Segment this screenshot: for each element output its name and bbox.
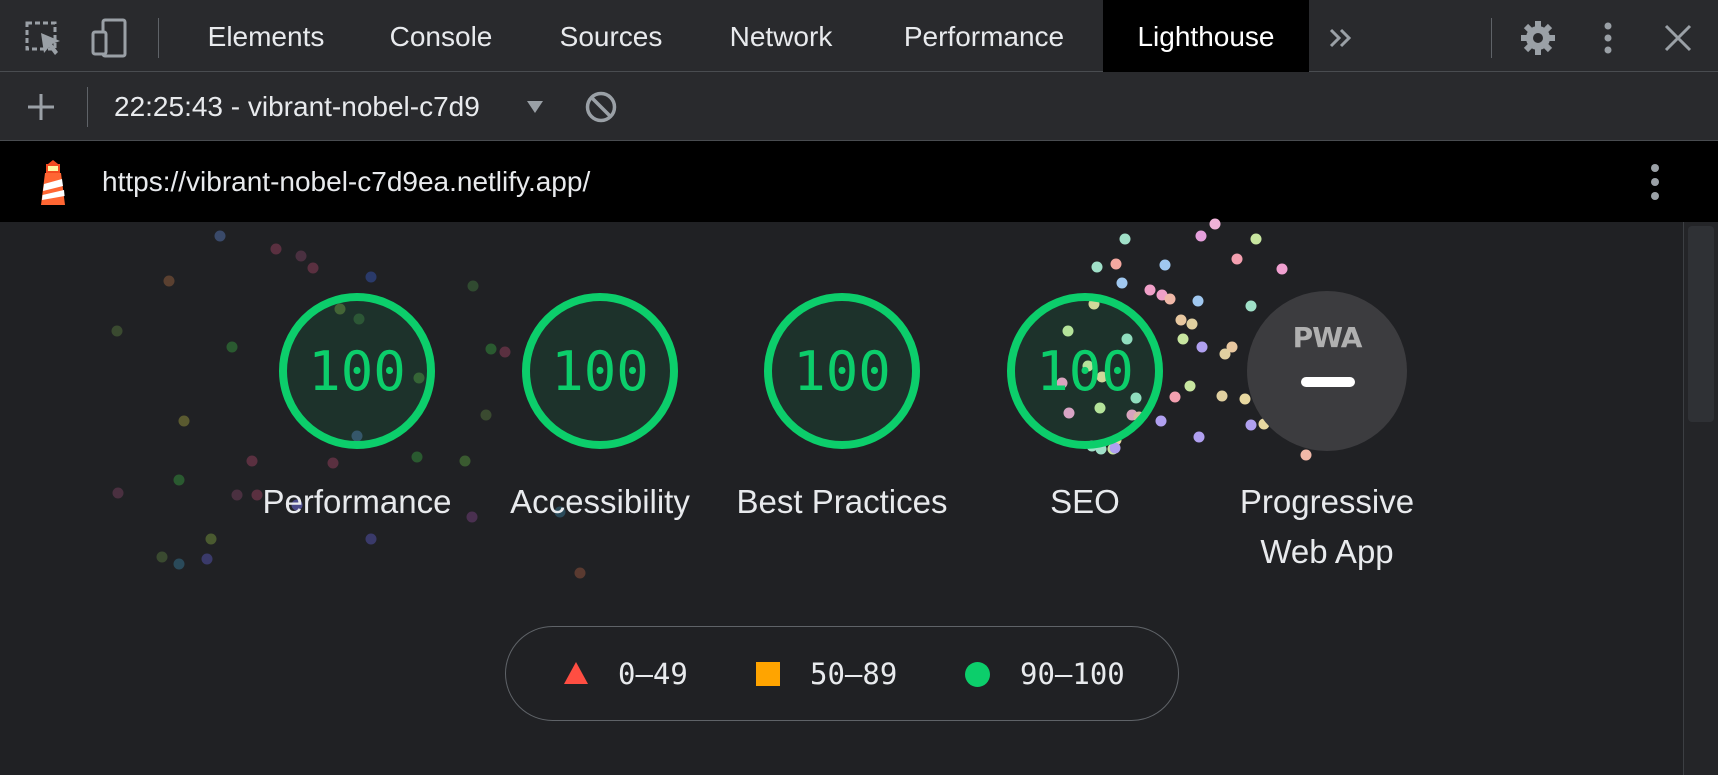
average-square-icon [756,662,780,686]
pwa-label: Progressive Web App [1239,483,1415,570]
score-legend: 0–49 50–89 90–100 [505,626,1179,721]
performance-gauge[interactable]: 100 [277,291,437,451]
pwa-badge-icon [1247,291,1407,451]
pwa-badge-text: PWA [1292,321,1363,354]
seo-label: SEO [1050,483,1120,520]
accessibility-score: 100 [551,340,649,403]
best-practices-gauge[interactable]: 100 [762,291,922,451]
seo-score: 100 [1036,340,1134,403]
legend-fail-range: 0–49 [618,657,688,691]
accessibility-label: Accessibility [510,483,690,520]
scrollbar-thumb[interactable] [1688,226,1714,422]
performance-label: Performance [262,483,452,520]
pwa-gauge[interactable]: PWA [1247,291,1407,451]
best-practices-score: 100 [793,340,891,403]
seo-gauge[interactable]: 100 [1005,291,1165,451]
accessibility-gauge[interactable]: 100 [520,291,680,451]
fail-triangle-icon [564,662,588,684]
pass-circle-icon [965,662,990,687]
performance-score: 100 [308,340,406,403]
legend-pass-range: 90–100 [1020,657,1125,691]
legend-average-range: 50–89 [810,657,898,691]
best-practices-label: Best Practices [736,483,948,520]
